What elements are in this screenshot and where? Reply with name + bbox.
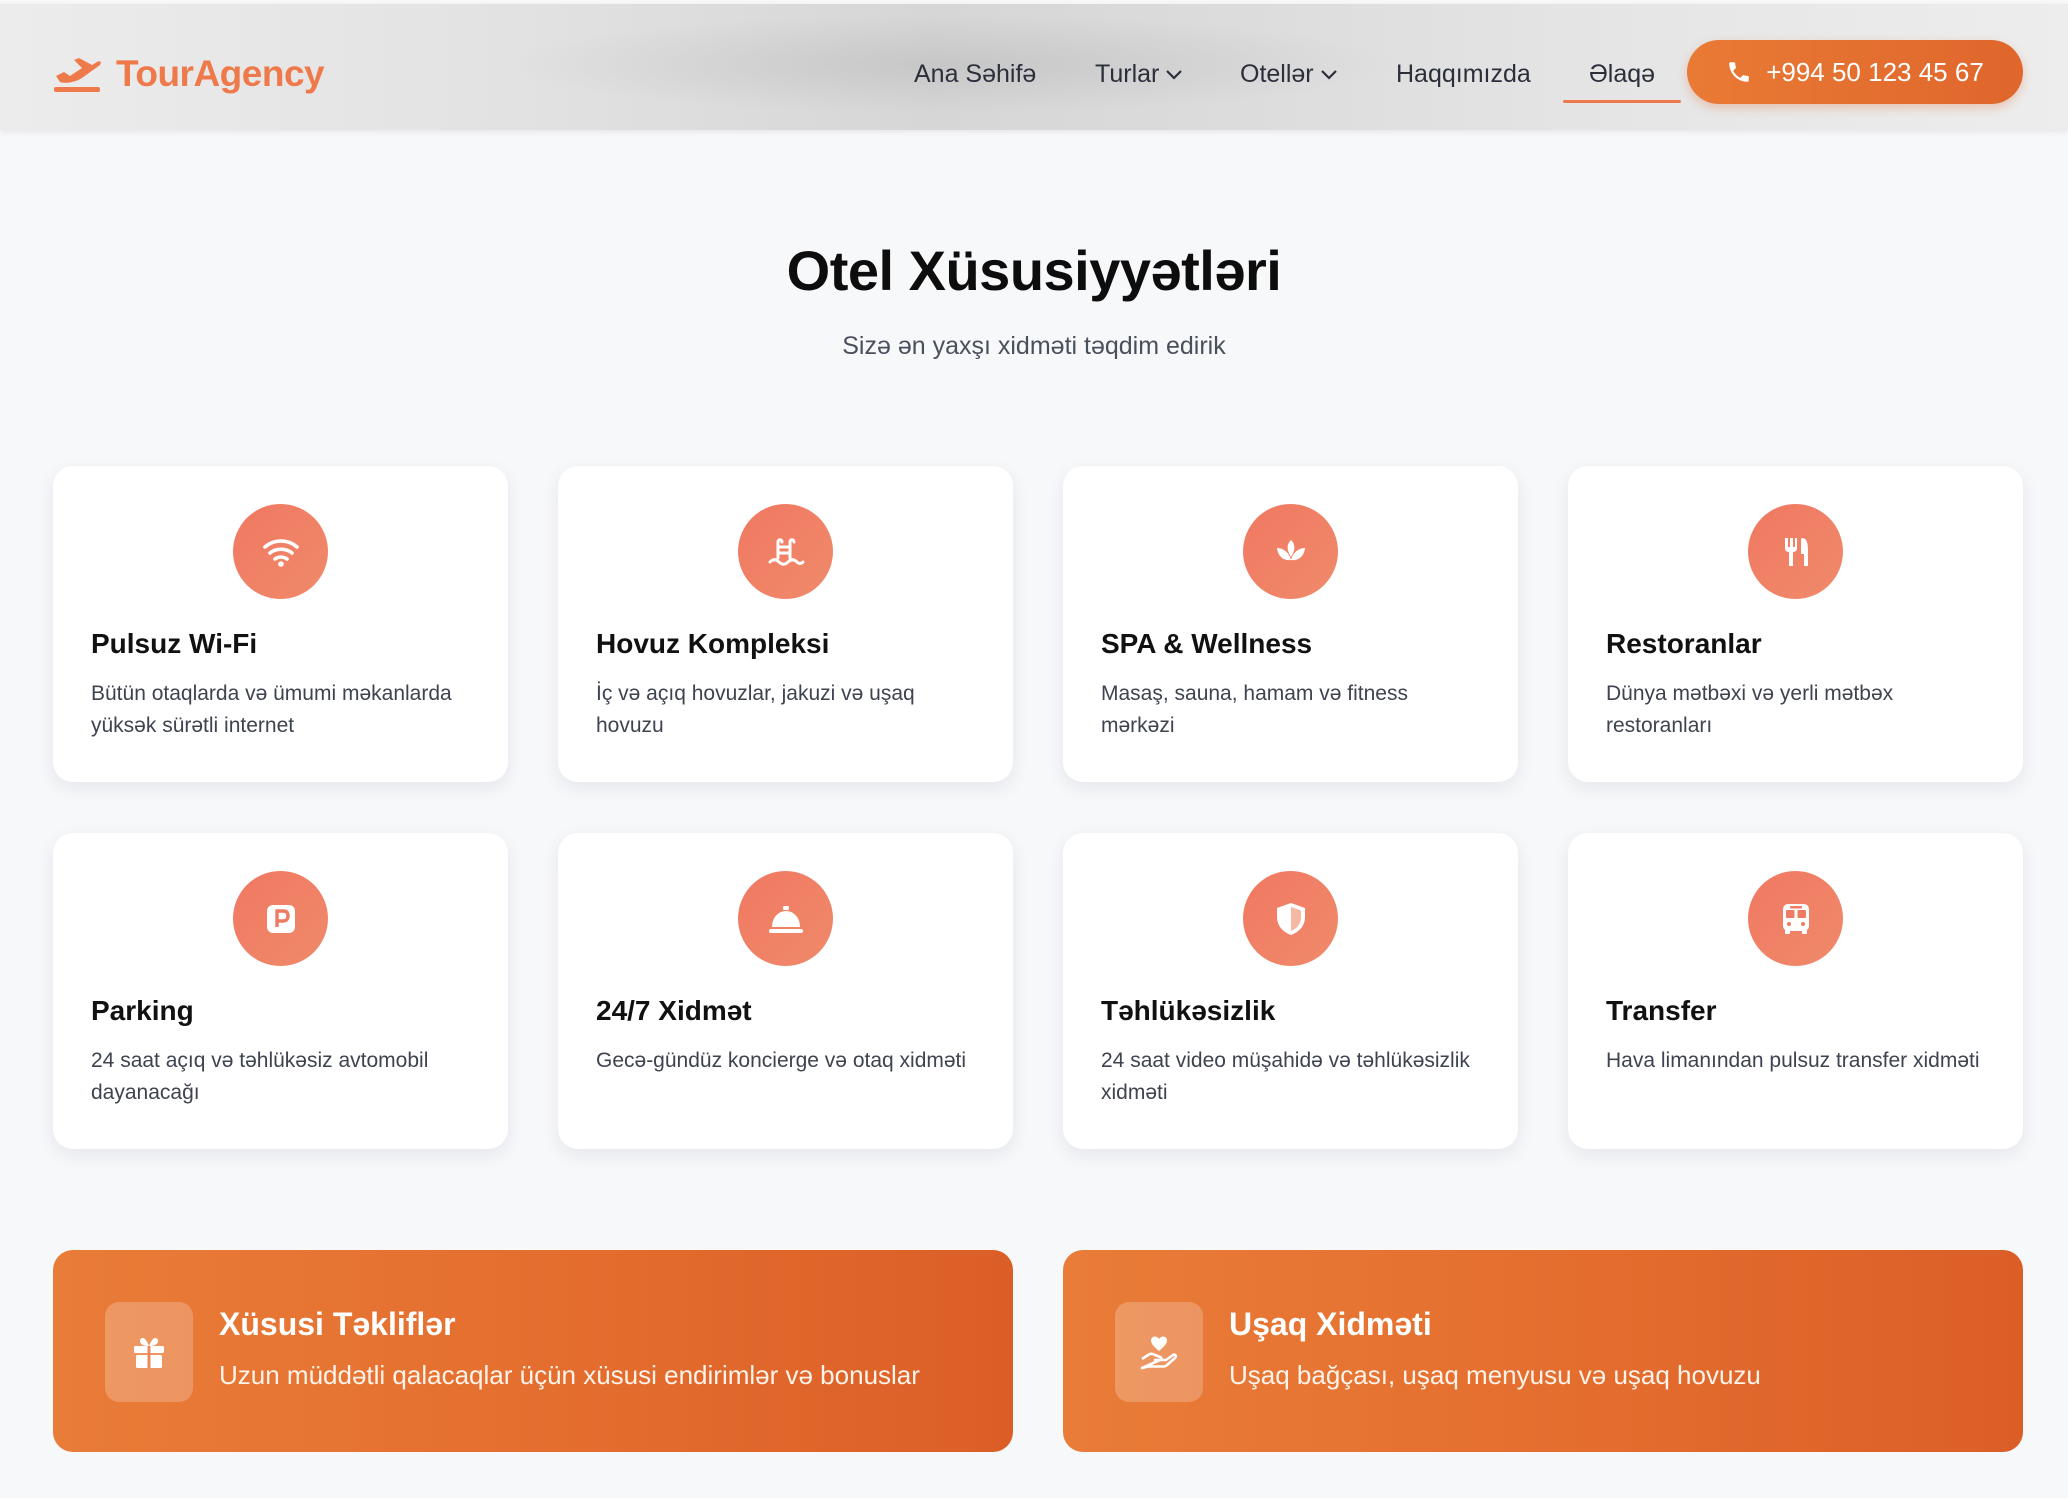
feature-card-service[interactable]: 24/7 Xidmət Gecə-gündüz koncierge və ota… (558, 833, 1013, 1149)
navbar: TourAgency Ana Səhifə Turlar Otellər Haq… (0, 4, 2068, 130)
bus-icon (1782, 903, 1809, 934)
feature-description: Masaş, sauna, hamam və fitness mərkəzi (1101, 682, 1408, 737)
feature-card-security[interactable]: Təhlükəsizlik 24 saat video müşahidə və … (1063, 833, 1518, 1149)
chevron-down-icon (1320, 70, 1337, 80)
nav-tours-dropdown[interactable]: Turlar (1095, 54, 1183, 94)
feature-icon-badge (1243, 504, 1338, 599)
brand-logo[interactable]: TourAgency (52, 50, 325, 98)
feature-description: Dünya mətbəxi və yerli mətbəx restoranla… (1606, 682, 1894, 737)
feature-title: Hovuz Kompleksi (596, 628, 830, 659)
promo-kids-service[interactable]: Uşaq Xidməti Uşaq bağçası, uşaq menyusu … (1063, 1250, 2023, 1452)
feature-icon-badge (1243, 871, 1338, 966)
nav-hotels-label: Otellər (1240, 59, 1314, 88)
phone-icon (1729, 62, 1749, 82)
wifi-icon (262, 538, 299, 567)
parking-icon (266, 904, 295, 933)
feature-description: Hava limanından pulsuz transfer xidməti (1606, 1049, 1980, 1072)
feature-icon-badge (738, 871, 833, 966)
section-subtitle: Sizə ən yaxşı xidməti təqdim edirik (842, 332, 1226, 360)
feature-icon-badge (1748, 871, 1843, 966)
nav-home-label: Ana Səhifə (914, 59, 1037, 88)
nav-about-label: Haqqımızda (1396, 59, 1531, 88)
feature-icon-badge (233, 504, 328, 599)
feature-title: Təhlükəsizlik (1101, 995, 1276, 1026)
phone-button[interactable]: +994 50 123 45 67 (1687, 40, 2023, 104)
nav-contact-label: Əlaqə (1589, 59, 1656, 88)
plane-icon (54, 58, 101, 92)
nav-about[interactable]: Haqqımızda (1396, 54, 1531, 94)
chevron-down-icon (1166, 70, 1183, 80)
feature-card-spa[interactable]: SPA & Wellness Masaş, sauna, hamam və fi… (1063, 466, 1518, 782)
feature-description: İç və açıq hovuzlar, jakuzi və uşaq hovu… (596, 682, 915, 737)
feature-title: Pulsuz Wi-Fi (91, 628, 258, 659)
shield-icon (1276, 902, 1305, 935)
feature-description: Bütün otaqlarda və ümumi məkanlarda yüks… (91, 682, 452, 737)
feature-icon-badge (1748, 504, 1843, 599)
feature-title: SPA & Wellness (1101, 628, 1313, 659)
feature-description: 24 saat video müşahidə və təhlükəsizlik … (1101, 1049, 1470, 1104)
promo-special-offers[interactable]: Xüsusi Təkliflər Uzun müddətli qalacaqla… (53, 1250, 1013, 1452)
spa-lotus-icon (1276, 539, 1305, 560)
pool-icon (768, 537, 804, 566)
feature-description: Gecə-gündüz koncierge və otaq xidməti (596, 1049, 967, 1072)
feature-title: 24/7 Xidmət (596, 995, 752, 1026)
feature-icon-badge (233, 871, 328, 966)
section-title: Otel Xüsusiyyətləri (786, 239, 1282, 302)
utensils-icon (1784, 537, 1808, 566)
feature-title: Restoranlar (1606, 628, 1762, 659)
nav-hotels-dropdown[interactable]: Otellər (1240, 54, 1338, 94)
feature-card-parking[interactable]: Parking 24 saat açıq və təhlükəsiz avtom… (53, 833, 508, 1149)
feature-title: Parking (91, 995, 194, 1026)
feature-card-wifi[interactable]: Pulsuz Wi-Fi Bütün otaqlarda və ümumi mə… (53, 466, 508, 782)
brand-name: TourAgency (116, 53, 325, 94)
feature-title: Transfer (1606, 995, 1717, 1026)
nav-tours-label: Turlar (1095, 59, 1160, 88)
feature-card-pool[interactable]: Hovuz Kompleksi İç və açıq hovuzlar, jak… (558, 466, 1013, 782)
promo-title: Uşaq Xidməti (1229, 1306, 1432, 1342)
promo-description: Uşaq bağçası, uşaq menyusu və uşaq hovuz… (1229, 1360, 1761, 1390)
feature-card-restaurants[interactable]: Restoranlar Dünya mətbəxi və yerli mətbə… (1568, 466, 2023, 782)
promo-title: Xüsusi Təkliflər (219, 1306, 456, 1342)
promo-description: Uzun müddətli qalacaqlar üçün xüsusi end… (219, 1360, 920, 1390)
feature-card-transfer[interactable]: Transfer Hava limanından pulsuz transfer… (1568, 833, 2023, 1149)
hand-heart-icon (1140, 1336, 1178, 1370)
phone-number: +994 50 123 45 67 (1766, 56, 1984, 87)
gift-icon (134, 1337, 164, 1368)
promo-icon-badge (105, 1302, 193, 1402)
concierge-bell-icon (768, 905, 803, 933)
nav-contact[interactable]: Əlaqə (1562, 54, 1682, 103)
feature-icon-badge (738, 504, 833, 599)
feature-description: 24 saat açıq və təhlükəsiz avtomobil day… (91, 1049, 429, 1104)
nav-home[interactable]: Ana Səhifə (914, 54, 1036, 94)
promo-icon-badge (1115, 1302, 1203, 1402)
